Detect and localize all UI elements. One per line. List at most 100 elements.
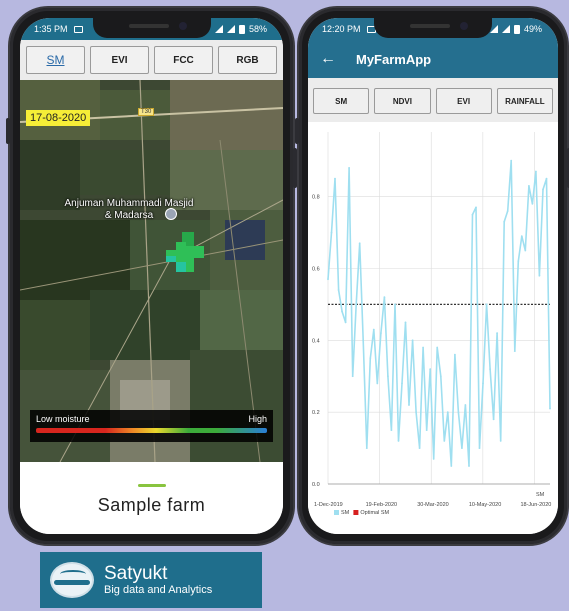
sm-line-chart: 0.0 0.2 0.4 0.6 0.8 SM 1-Dec-2019 19-Feb-2020 30… bbox=[312, 132, 551, 516]
sm-data-point bbox=[351, 375, 354, 378]
sm-data-point bbox=[344, 321, 347, 324]
sm-data-point bbox=[383, 296, 386, 299]
sm-data-point bbox=[355, 303, 358, 306]
card-drag-handle[interactable] bbox=[137, 484, 166, 487]
x-tick-label: 10-May-2020 bbox=[469, 502, 501, 508]
sm-data-point bbox=[478, 447, 481, 449]
sm-data-point bbox=[415, 411, 417, 414]
app-bar: ← MyFarmApp bbox=[308, 40, 558, 78]
sm-data-point bbox=[542, 188, 544, 191]
sm-data-point bbox=[337, 289, 340, 291]
legend-swatch bbox=[334, 510, 339, 515]
tab-ndvi[interactable]: NDVI bbox=[374, 88, 431, 114]
sm-data-point bbox=[475, 206, 477, 209]
x-tick-label: 19-Feb-2020 bbox=[366, 502, 398, 508]
brand-tagline: Big data and Analytics bbox=[104, 583, 213, 596]
sm-data-point bbox=[454, 353, 456, 356]
sm-data-point bbox=[401, 382, 403, 385]
sm-data-point bbox=[348, 167, 350, 169]
sm-data-point bbox=[411, 339, 414, 342]
volume-button bbox=[295, 118, 299, 144]
battery-icon bbox=[238, 24, 245, 34]
app-title: MyFarmApp bbox=[356, 51, 432, 67]
tab-rainfall[interactable]: RAINFALL bbox=[496, 88, 553, 114]
y-axis-unit-label: SM bbox=[536, 492, 545, 498]
sm-data-point bbox=[461, 447, 463, 449]
legend-label: SM bbox=[341, 510, 350, 516]
satyukt-logo-icon bbox=[50, 562, 94, 598]
sm-data-point bbox=[545, 177, 548, 180]
farm-card[interactable]: Sample farm bbox=[20, 472, 283, 534]
sm-data-point bbox=[528, 185, 530, 187]
back-arrow-icon[interactable]: ← bbox=[320, 51, 336, 67]
y-tick-label: 0.6 bbox=[312, 266, 320, 272]
sm-chart[interactable]: 0.0 0.2 0.4 0.6 0.8 SM 1-Dec-2019 19-Feb-2020 30… bbox=[308, 122, 558, 534]
left-phone-frame: 1:35 PM 58% SM EVI FCC RGB 17-08-2020 T3… bbox=[6, 8, 297, 544]
sm-data-point bbox=[341, 310, 343, 313]
battery-level: 49% bbox=[523, 24, 542, 34]
sm-data-point bbox=[446, 411, 449, 414]
sm-data-point bbox=[327, 278, 329, 281]
graph-tabs: SM NDVI EVI RAINFALL bbox=[308, 78, 558, 122]
sm-data-point bbox=[387, 375, 389, 378]
brand-name: Satyukt bbox=[104, 562, 168, 584]
tab-evi[interactable]: EVI bbox=[90, 46, 149, 74]
y-tick-label: 0.4 bbox=[312, 338, 320, 344]
legend-high-label: High bbox=[248, 414, 267, 424]
road-label: T30 bbox=[138, 108, 155, 116]
satellite-map[interactable]: 17-08-2020 T30 Anjuman Muhammadi Masjid … bbox=[20, 80, 283, 462]
legend-color-bar bbox=[36, 428, 267, 433]
sm-data-point bbox=[503, 220, 506, 223]
sm-data-point bbox=[362, 339, 365, 342]
sm-data-point bbox=[334, 177, 336, 180]
sm-data-point bbox=[404, 321, 407, 324]
sm-data-point bbox=[397, 440, 400, 442]
sm-data-point bbox=[422, 346, 424, 349]
x-tick-label: 18-Jun-2020 bbox=[520, 502, 551, 508]
sm-data-point bbox=[499, 440, 502, 442]
sm-data-point bbox=[468, 465, 470, 467]
sm-data-point bbox=[369, 357, 372, 360]
date-chip: 17-08-2020 bbox=[26, 110, 91, 126]
y-tick-label: 0.0 bbox=[312, 482, 320, 488]
sm-data-point bbox=[390, 429, 393, 431]
battery-level: 58% bbox=[248, 24, 267, 34]
sm-data-point bbox=[506, 210, 509, 212]
sm-data-point bbox=[531, 202, 534, 205]
satellite-imagery bbox=[20, 80, 283, 462]
sm-data-point bbox=[492, 418, 495, 421]
sm-data-point bbox=[418, 447, 421, 449]
right-phone-screen: 12:20 PM 49% ← MyFarmApp SM NDVI EVI RAI… bbox=[308, 18, 558, 534]
sm-data-point bbox=[436, 346, 439, 349]
sm-data-point bbox=[496, 332, 498, 334]
status-time: 1:35 PM bbox=[34, 24, 68, 34]
volume-button bbox=[6, 118, 10, 144]
brand-logo-box: Satyukt Big data and Analytics bbox=[40, 552, 262, 608]
network-icon bbox=[501, 25, 510, 33]
sm-data-point bbox=[517, 260, 520, 263]
sm-data-point bbox=[380, 332, 382, 334]
right-phone-frame: 12:20 PM 49% ← MyFarmApp SM NDVI EVI RAI… bbox=[295, 8, 569, 544]
moisture-legend: Low moisture High bbox=[30, 410, 273, 442]
sm-data-point bbox=[450, 465, 453, 467]
sm-data-point bbox=[365, 447, 368, 449]
sm-data-point bbox=[464, 404, 467, 406]
status-time: 12:20 PM bbox=[322, 24, 361, 34]
tab-sm[interactable]: SM bbox=[313, 88, 370, 114]
left-phone-screen: 1:35 PM 58% SM EVI FCC RGB 17-08-2020 T3… bbox=[20, 18, 283, 534]
tab-rgb[interactable]: RGB bbox=[218, 46, 277, 74]
sm-data-point bbox=[535, 170, 537, 173]
tab-fcc[interactable]: FCC bbox=[154, 46, 213, 74]
sm-data-point bbox=[429, 368, 432, 370]
sm-data-point bbox=[358, 242, 361, 245]
tab-sm[interactable]: SM bbox=[26, 46, 85, 74]
tab-evi[interactable]: EVI bbox=[435, 88, 492, 114]
sm-data-point bbox=[489, 368, 491, 370]
place-pin-icon[interactable] bbox=[165, 208, 177, 220]
sm-data-point bbox=[425, 429, 428, 431]
legend-swatch bbox=[353, 510, 359, 515]
legend-low-label: Low moisture bbox=[36, 414, 90, 424]
sm-data-point bbox=[520, 235, 523, 238]
phone-notch bbox=[92, 18, 211, 38]
network-icon bbox=[226, 25, 235, 33]
